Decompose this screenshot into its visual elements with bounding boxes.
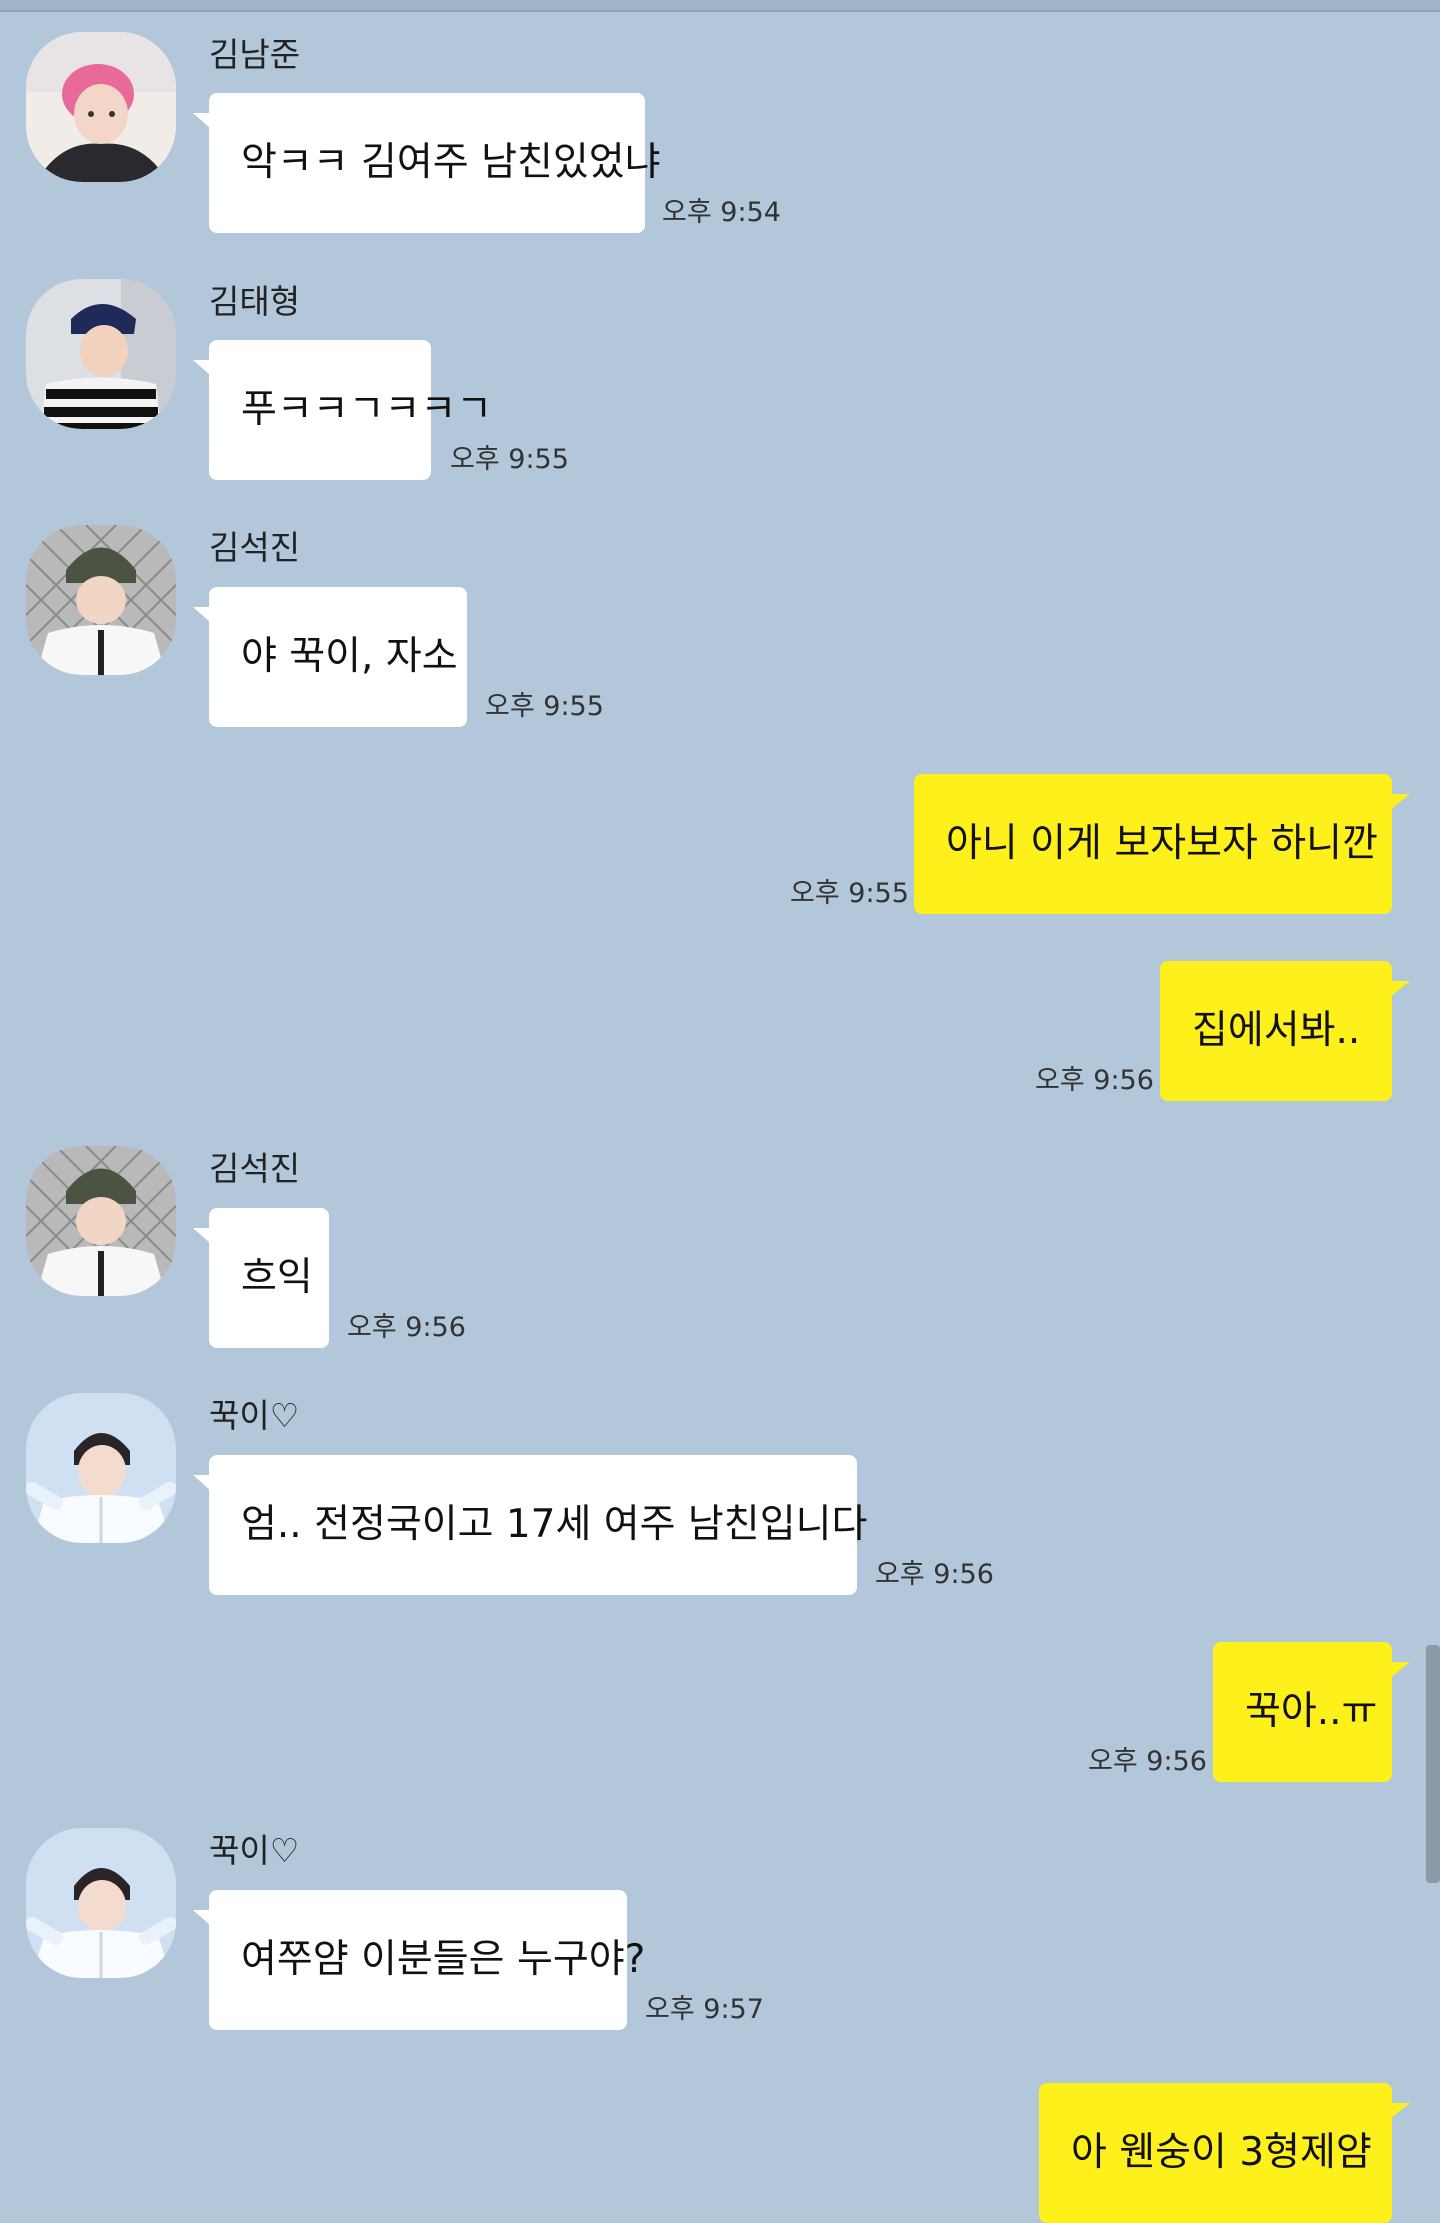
message-time: 오후 9:56	[1088, 1746, 1207, 1777]
avatar-namjoon[interactable]	[26, 32, 176, 182]
avatar-seokjin[interactable]	[26, 1146, 176, 1296]
avatar-jungkook[interactable]	[26, 1828, 176, 1978]
message-bubble[interactable]: 아니 이게 보자보자 하니깐	[914, 774, 1410, 914]
message-bubble[interactable]: 아 웬숭이 3형제얌	[1039, 2083, 1410, 2223]
sender-name: 김석진	[209, 528, 301, 567]
message-bubble[interactable]: 꾹아..ㅠ	[1213, 1642, 1410, 1782]
message-bubble[interactable]: 엄.. 전정국이고 17세 여주 남친입니다	[193, 1455, 867, 1595]
avatar-jungkook[interactable]	[26, 1393, 176, 1543]
sender-name: 꾹이♡	[209, 1831, 300, 1870]
message-time: 오후 9:55	[450, 444, 569, 475]
avatar-seokjin[interactable]	[26, 525, 176, 675]
chat-message-list[interactable]: 김남준 악ㅋㅋ 김여주 남친있었냐 오후 9:54 김태형 푸ㅋㅋㄱㅋㅋㄱ 오후…	[0, 0, 1440, 2223]
message-bubble[interactable]: 여쭈얌 이분들은 누구야?	[193, 1890, 645, 2030]
message-bubble[interactable]: 푸ㅋㅋㄱㅋㅋㄱ	[193, 340, 492, 480]
message-time: 오후 9:56	[347, 1312, 466, 1343]
message-time: 오후 9:55	[790, 878, 909, 909]
message-time: 오후 9:55	[485, 691, 604, 722]
sender-name: 꾹이♡	[209, 1396, 300, 1435]
sender-name: 김태형	[209, 282, 301, 321]
message-time: 오후 9:54	[662, 197, 781, 228]
avatar-taehyung[interactable]	[26, 279, 176, 429]
sender-name: 김석진	[209, 1149, 301, 1188]
message-bubble[interactable]: 흐익	[193, 1208, 329, 1348]
sender-name: 김남준	[209, 35, 301, 74]
message-bubble[interactable]: 악ㅋㅋ 김여주 남친있었냐	[193, 93, 660, 233]
message-bubble[interactable]: 야 꾹이, 자소	[193, 587, 467, 727]
message-time: 오후 9:56	[875, 1559, 994, 1590]
message-time: 오후 9:57	[645, 1994, 764, 2025]
message-bubble[interactable]: 집에서봐..	[1160, 961, 1410, 1101]
message-time: 오후 9:56	[1035, 1065, 1154, 1096]
scrollbar-thumb[interactable]	[1426, 1645, 1440, 1883]
